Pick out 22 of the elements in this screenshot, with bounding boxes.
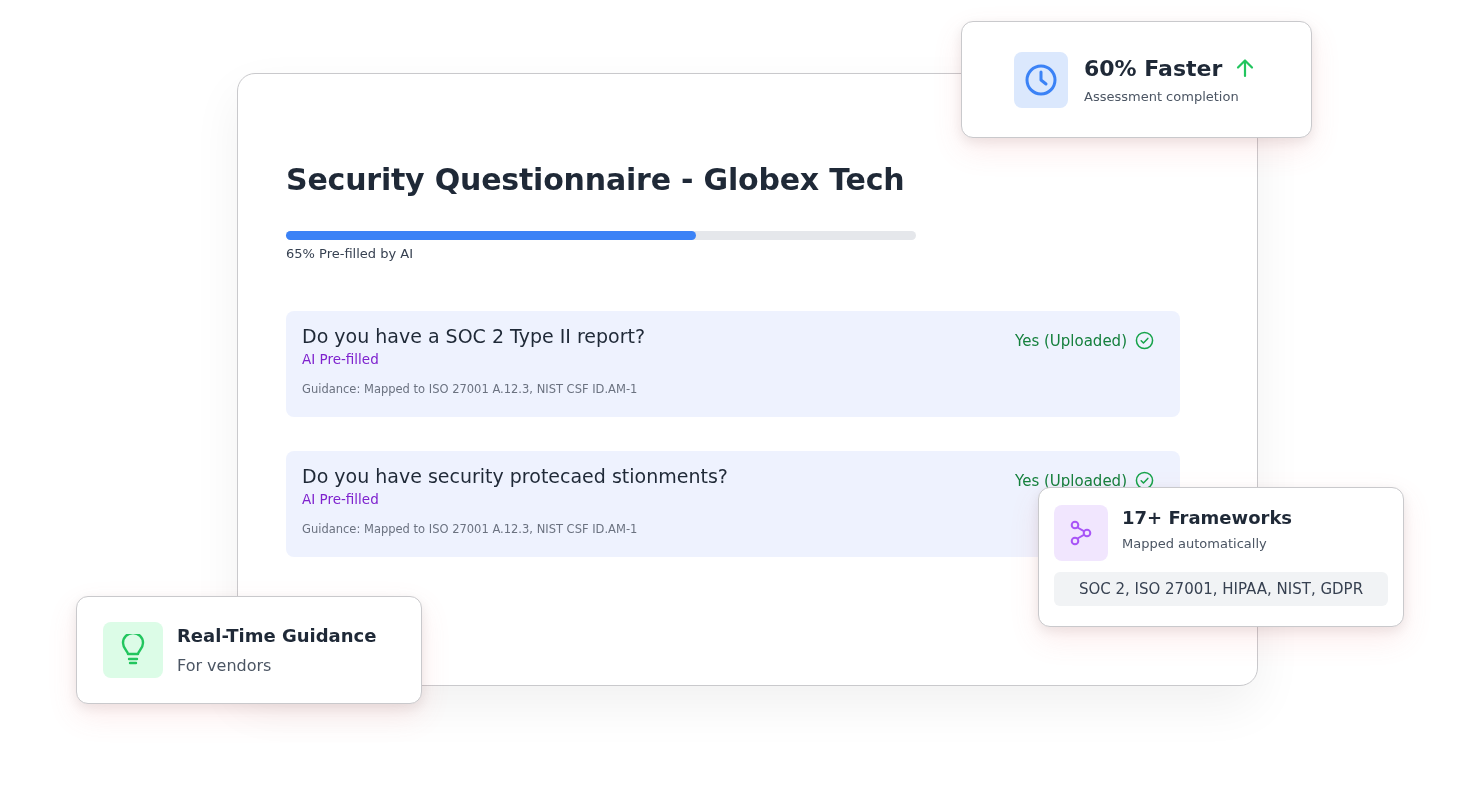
progress-label: 65% Pre-filled by AI bbox=[286, 246, 414, 261]
answer-text: Yes (Uploaded) bbox=[1015, 471, 1127, 490]
questionnaire-title: Security Questionnaire - Globex Tech bbox=[286, 162, 906, 197]
frameworks-title: 17+ Frameworks bbox=[1122, 507, 1293, 528]
guidance-text: Guidance: Mapped to ISO 27001 A.12.3, NIST CSF ID.AM-1 bbox=[302, 382, 639, 396]
stat-title: 60% Faster bbox=[1084, 55, 1223, 81]
question-text: Do you have security protecaed stionments? bbox=[302, 465, 728, 487]
stat-subtitle: Assessment completion bbox=[1084, 88, 1240, 104]
question-text: Do you have a SOC 2 Type II report? bbox=[302, 325, 646, 347]
check-circle-icon bbox=[1135, 471, 1154, 490]
lightbulb-icon bbox=[121, 634, 145, 666]
ai-tag: AI Pre-filled bbox=[302, 491, 728, 507]
arrow-up-icon bbox=[1236, 58, 1255, 78]
ai-tag: AI Pre-filled bbox=[302, 351, 646, 367]
answer-text: Yes (Uploaded) bbox=[1015, 331, 1127, 350]
frameworks-subtitle: Mapped automatically bbox=[1122, 536, 1268, 551]
check-circle-icon bbox=[1135, 331, 1154, 350]
guidance-title: Real-Time Guidance bbox=[177, 625, 377, 646]
frameworks-list: SOC 2, ISO 27001, HIPAA, NIST, GDPR bbox=[1054, 572, 1388, 606]
guidance-text: Guidance: Mapped to ISO 27001 A.12.3, NIST CSF ID.AM-1 bbox=[302, 522, 639, 536]
share-nodes-icon bbox=[1070, 520, 1092, 546]
guidance-subtitle: For vendors bbox=[177, 656, 273, 675]
